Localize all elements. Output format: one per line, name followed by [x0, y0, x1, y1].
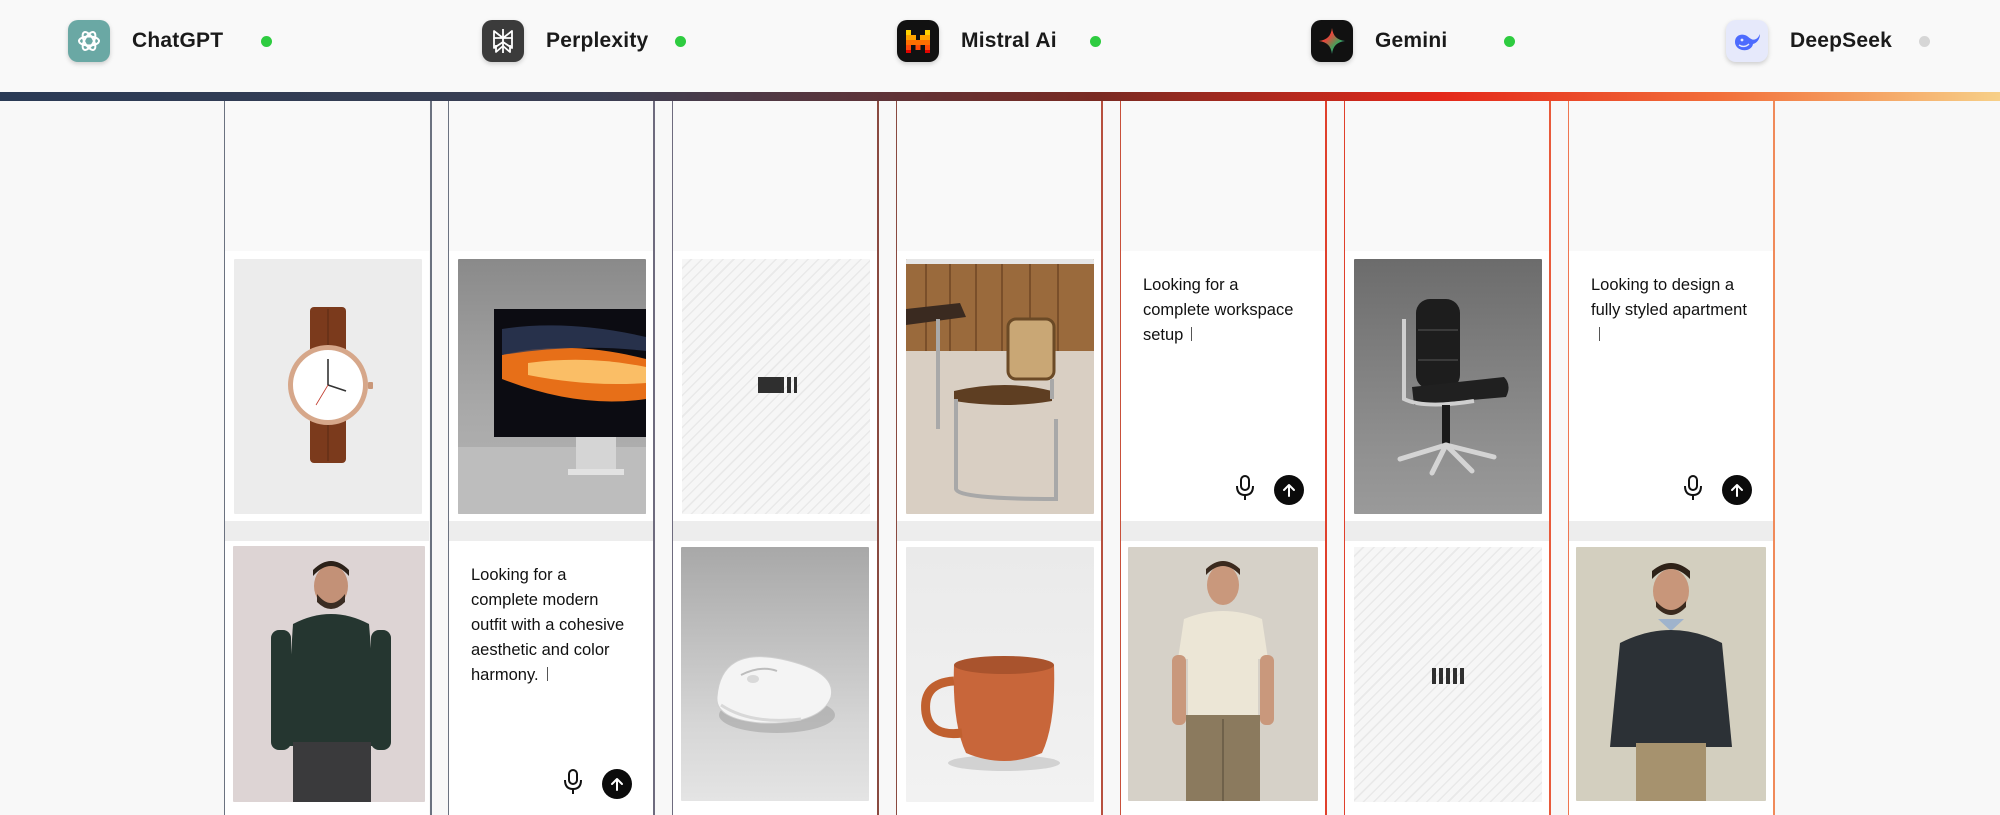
result-column [673, 101, 877, 815]
provider-header: ChatGPT Perplexity Mistral Ai Gemini Dee… [0, 0, 2000, 92]
product-card[interactable] [1121, 541, 1325, 815]
text-cursor [1191, 327, 1193, 341]
column-spacer [1121, 101, 1325, 251]
man-cream-tshirt-image [1128, 547, 1318, 801]
deepseek-logo-icon [1726, 20, 1768, 62]
arrow-up-icon [1283, 484, 1295, 497]
microphone-icon[interactable] [562, 767, 584, 797]
row-divider [1569, 521, 1773, 541]
column-border [877, 101, 879, 815]
column-border [1773, 101, 1775, 815]
computer-mouse-image [681, 547, 869, 801]
prompt-text: Looking to design a fully styled apartme… [1591, 273, 1755, 348]
result-column [897, 101, 1101, 815]
man-dark-sweater-image [233, 546, 425, 802]
orange-mug-image [906, 547, 1094, 802]
loading-placeholder [1354, 547, 1542, 802]
product-card[interactable] [897, 541, 1101, 815]
result-column: Looking to design a fully styled apartme… [1569, 101, 1773, 815]
result-column: Looking for a complete modern outfit wit… [449, 101, 653, 815]
microphone-icon[interactable] [1682, 473, 1704, 503]
provider-perplexity[interactable]: Perplexity [482, 20, 692, 62]
column-spacer [673, 101, 877, 251]
provider-name: DeepSeek [1790, 29, 1892, 52]
chatgpt-logo-icon [68, 20, 110, 62]
row-divider [225, 521, 429, 541]
product-card[interactable] [673, 541, 877, 815]
column-border [1549, 101, 1551, 815]
microphone-icon[interactable] [1234, 473, 1256, 503]
provider-name: Mistral Ai [961, 29, 1057, 52]
gemini-logo-icon [1311, 20, 1353, 62]
prompt-text: Looking for a complete workspace setup [1143, 276, 1294, 344]
prompt-card[interactable]: Looking for a complete workspace setup [1121, 251, 1325, 521]
monitor-image [458, 259, 646, 514]
row-divider [1345, 521, 1549, 541]
provider-gemini[interactable]: Gemini [1311, 20, 1521, 62]
arrow-up-icon [611, 778, 623, 791]
provider-name: Gemini [1375, 29, 1448, 52]
perplexity-logo-icon [482, 20, 524, 62]
wristwatch-image [234, 259, 422, 514]
result-column [225, 101, 429, 815]
text-cursor [1599, 327, 1600, 341]
column-spacer [449, 101, 653, 251]
product-card[interactable] [225, 541, 429, 815]
status-dot-online [1504, 36, 1515, 47]
product-card[interactable] [449, 251, 653, 521]
loading-bars-icon [1432, 668, 1464, 684]
prompt-text: Looking for a complete modern outfit wit… [471, 566, 625, 684]
column-border [653, 101, 655, 815]
row-divider [449, 521, 653, 541]
mistral-logo-icon [897, 20, 939, 62]
status-dot-offline [1919, 36, 1930, 47]
column-border [1101, 101, 1103, 815]
column-border [1325, 101, 1327, 815]
office-chair-image [1354, 259, 1542, 514]
prompt-card[interactable]: Looking for a complete modern outfit wit… [449, 541, 653, 815]
loading-placeholder [682, 259, 870, 514]
column-spacer [897, 101, 1101, 251]
arrow-up-icon [1731, 484, 1743, 497]
prompt-card[interactable]: Looking to design a fully styled apartme… [1569, 251, 1773, 521]
provider-name: ChatGPT [132, 29, 224, 52]
text-cursor [546, 667, 548, 681]
column-spacer [225, 101, 429, 251]
provider-deepseek[interactable]: DeepSeek [1726, 20, 1936, 62]
row-divider [897, 521, 1101, 541]
product-card[interactable] [225, 251, 429, 521]
provider-mistral[interactable]: Mistral Ai [897, 20, 1107, 62]
send-button[interactable] [1274, 475, 1304, 505]
provider-name: Perplexity [546, 29, 649, 52]
loading-card [673, 251, 877, 521]
cane-chair-image [906, 259, 1094, 514]
provider-chatgpt[interactable]: ChatGPT [68, 20, 278, 62]
row-divider [1121, 521, 1325, 541]
status-dot-online [261, 36, 272, 47]
result-column [1345, 101, 1549, 815]
column-spacer [1569, 101, 1773, 251]
product-card[interactable] [897, 251, 1101, 521]
result-column: Looking for a complete workspace setup [1121, 101, 1325, 815]
product-card[interactable] [1569, 541, 1773, 815]
gradient-divider [0, 92, 2000, 101]
send-button[interactable] [1722, 475, 1752, 505]
man-navy-sweater-image [1576, 547, 1766, 801]
status-dot-online [1090, 36, 1101, 47]
loading-bars-icon [758, 377, 797, 393]
status-dot-online [675, 36, 686, 47]
product-card[interactable] [1345, 251, 1549, 521]
column-border [430, 101, 432, 815]
row-divider [673, 521, 877, 541]
column-spacer [1345, 101, 1549, 251]
loading-card [1345, 541, 1549, 815]
send-button[interactable] [602, 769, 632, 799]
